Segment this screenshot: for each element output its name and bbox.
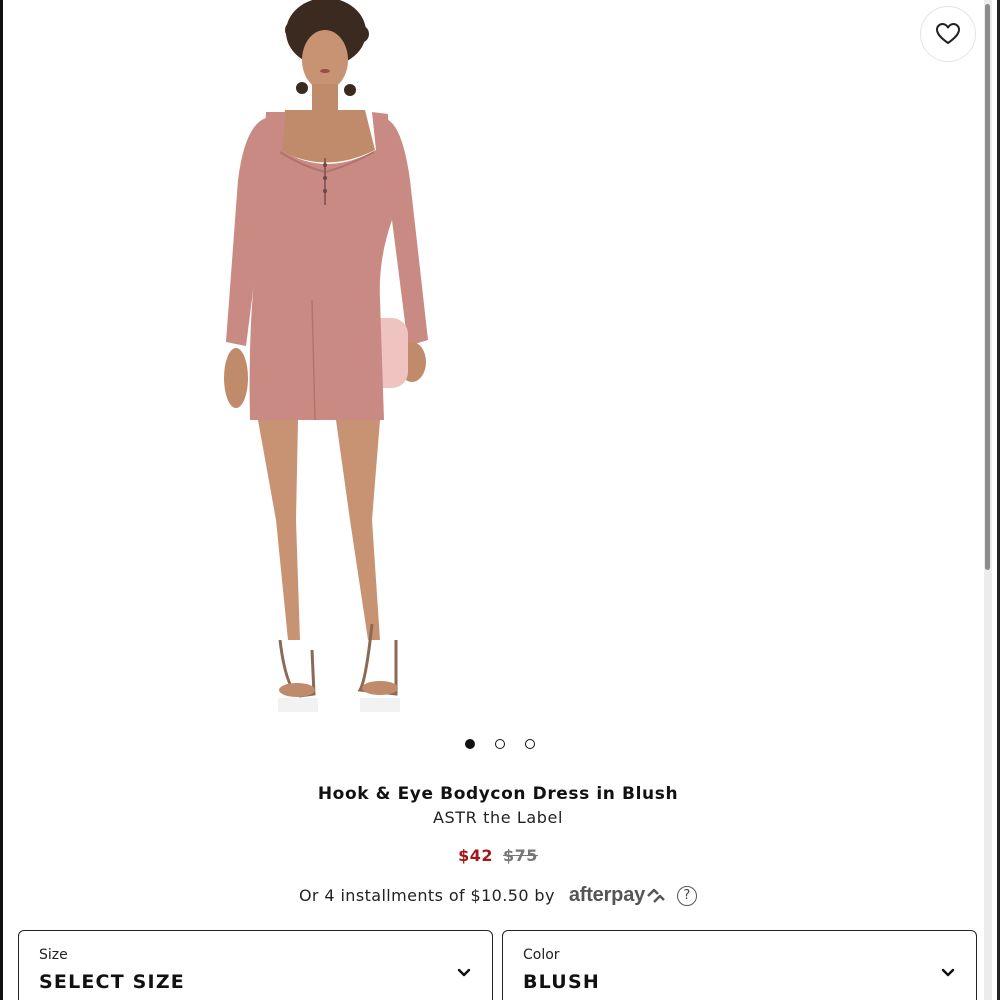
- size-selector[interactable]: Size SELECT SIZE: [18, 930, 493, 1000]
- scrollbar-thumb[interactable]: [985, 4, 990, 570]
- chevron-down-icon: [941, 968, 955, 977]
- afterpay-arrows-icon: [647, 888, 665, 903]
- price-row: $42 $75: [0, 846, 996, 865]
- carousel-dot-2[interactable]: [495, 739, 505, 749]
- chevron-down-icon: [457, 968, 471, 977]
- product-image[interactable]: [200, 0, 450, 718]
- size-label: Size: [39, 947, 68, 963]
- question-circle-icon[interactable]: ?: [677, 885, 698, 906]
- product-title: Hook & Eye Bodycon Dress in Blush: [317, 784, 679, 804]
- heart-outline-icon: [936, 23, 960, 44]
- product-page: Hook & Eye Bodycon Dress in Blush ASTR t…: [0, 0, 1000, 1000]
- carousel-dots: [0, 739, 1000, 749]
- size-value: SELECT SIZE: [39, 971, 185, 993]
- sale-price: $42: [458, 846, 493, 865]
- color-selector[interactable]: Color BLUSH: [502, 930, 977, 1000]
- color-label: Color: [523, 947, 560, 963]
- afterpay-row: Or 4 installments of $10.50 by afterpay …: [0, 884, 996, 907]
- color-value: BLUSH: [523, 971, 600, 993]
- carousel-dot-3[interactable]: [525, 739, 535, 749]
- afterpay-logo: afterpay: [569, 884, 667, 907]
- afterpay-text: Or 4 installments of $10.50 by: [298, 886, 555, 905]
- original-price: $75: [503, 846, 538, 865]
- favorite-button[interactable]: [920, 6, 976, 62]
- carousel-dot-1[interactable]: [465, 739, 475, 749]
- afterpay-logo-text: afterpay: [568, 884, 646, 906]
- product-brand[interactable]: ASTR the Label: [0, 808, 996, 827]
